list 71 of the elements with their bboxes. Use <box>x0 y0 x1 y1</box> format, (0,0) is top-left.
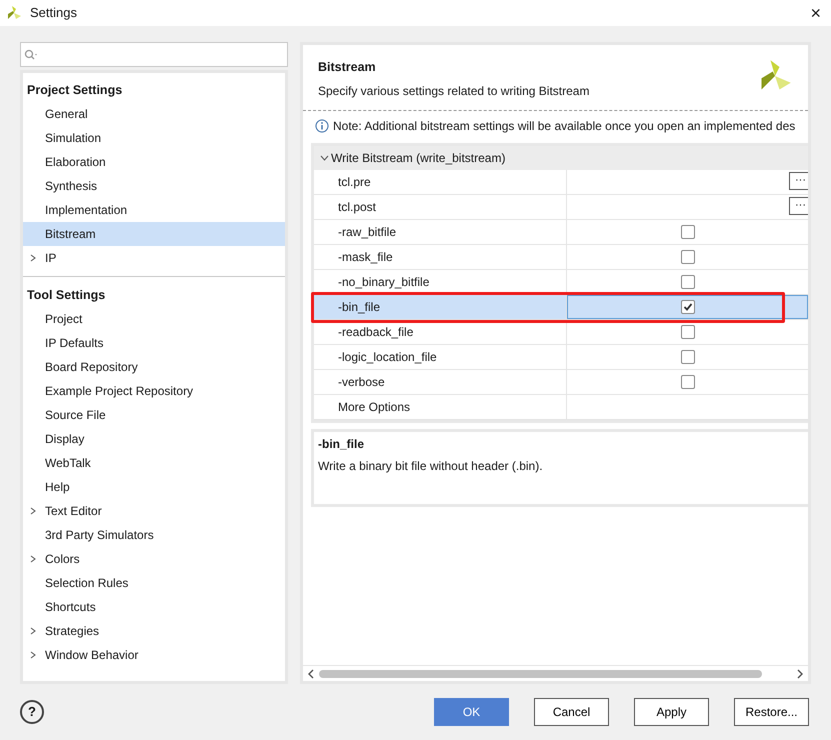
browse-button[interactable]: ··· <box>789 196 808 215</box>
checkbox[interactable] <box>680 324 694 339</box>
checkbox[interactable] <box>680 350 694 364</box>
option-name[interactable]: -verbose <box>314 370 567 394</box>
section-heading: Tool Settings <box>26 286 106 304</box>
tree-item[interactable]: Simulation <box>23 126 285 150</box>
tree-item[interactable]: Shortcuts <box>23 595 285 619</box>
tree-item[interactable]: Help <box>23 475 285 499</box>
tree-item[interactable]: Elaboration <box>23 150 285 174</box>
search-icon <box>24 48 38 60</box>
option-name[interactable]: tcl.post <box>314 194 567 219</box>
option-name[interactable]: -readback_file <box>314 320 567 344</box>
checkbox[interactable] <box>680 300 694 314</box>
option-name[interactable]: -raw_bitfile <box>314 220 567 244</box>
tree-item[interactable]: Window Behavior <box>23 643 285 667</box>
tree-item[interactable]: IP Defaults <box>23 331 285 355</box>
dialog-button[interactable]: Restore... <box>734 698 809 726</box>
checkbox[interactable] <box>680 250 694 264</box>
tree-item[interactable]: Implementation <box>23 198 285 222</box>
scroll-left-icon[interactable] <box>307 668 315 678</box>
logo-icon <box>6 5 22 21</box>
horizontal-scrollbar[interactable] <box>303 665 808 681</box>
tree-item[interactable]: Project <box>23 307 285 331</box>
info-icon <box>315 118 329 133</box>
option-name[interactable]: tcl.pre <box>314 170 567 194</box>
tree-item[interactable]: Text Editor <box>23 499 285 523</box>
tree-item[interactable]: Board Repository <box>23 355 285 379</box>
note-text: Note: Additional bitstream settings will be available once you open an implemented des <box>333 118 796 135</box>
tree-item[interactable]: WebTalk <box>23 451 285 475</box>
tree-item[interactable]: Strategies <box>23 619 285 643</box>
chevron-right-icon[interactable] <box>29 507 37 515</box>
option-name[interactable]: -bin_file <box>314 294 567 319</box>
panel-subtitle: Specify various settings related to writing Bitstream <box>318 82 590 100</box>
chevron-down-icon <box>320 154 329 162</box>
checkbox[interactable] <box>680 274 694 289</box>
tree-item[interactable]: Colors <box>23 547 285 571</box>
panel-title: Bitstream <box>318 59 377 76</box>
group-header[interactable]: Write Bitstream (write_bitstream) <box>314 146 808 170</box>
window-title: Settings <box>30 4 77 22</box>
option-name[interactable]: -no_binary_bitfile <box>314 270 567 294</box>
scroll-right-icon[interactable] <box>796 668 804 678</box>
section-heading: Project Settings <box>26 82 124 99</box>
tree-item[interactable]: General <box>23 102 285 126</box>
close-button[interactable]: × <box>810 4 821 22</box>
option-value[interactable] <box>567 294 808 319</box>
tree-item[interactable]: Synthesis <box>23 174 285 198</box>
checkbox[interactable] <box>680 374 694 389</box>
tree-item[interactable]: Example Project Repository <box>23 379 285 403</box>
chevron-right-icon[interactable] <box>29 254 37 262</box>
option-name[interactable]: -logic_location_file <box>314 344 567 369</box>
description-title: -bin_file <box>318 436 366 453</box>
option-name[interactable]: -mask_file <box>314 244 567 269</box>
chevron-right-icon[interactable] <box>29 555 37 563</box>
browse-button[interactable]: ··· <box>789 172 808 190</box>
checkbox[interactable] <box>680 224 694 239</box>
description-text: Write a binary bit file without header (.bin). <box>318 458 544 475</box>
checkmark-icon <box>682 302 692 312</box>
tree-item[interactable]: Selection Rules <box>23 571 285 595</box>
tree-item[interactable]: Bitstream <box>23 222 285 246</box>
dialog-button[interactable]: OK <box>434 698 509 726</box>
search-field[interactable] <box>20 42 288 67</box>
dialog-button[interactable]: Cancel <box>534 698 609 726</box>
tree-item[interactable]: Display <box>23 427 285 451</box>
dialog-button[interactable]: Apply <box>634 698 709 726</box>
chevron-right-icon[interactable] <box>29 651 37 659</box>
tree-item[interactable]: 3rd Party Simulators <box>23 523 285 547</box>
option-name[interactable]: More Options <box>314 394 567 419</box>
help-button[interactable]: ? <box>20 700 44 724</box>
tree-item[interactable]: IP <box>23 246 285 270</box>
chevron-right-icon[interactable] <box>29 627 37 635</box>
tree-item[interactable]: Source File <box>23 403 285 427</box>
